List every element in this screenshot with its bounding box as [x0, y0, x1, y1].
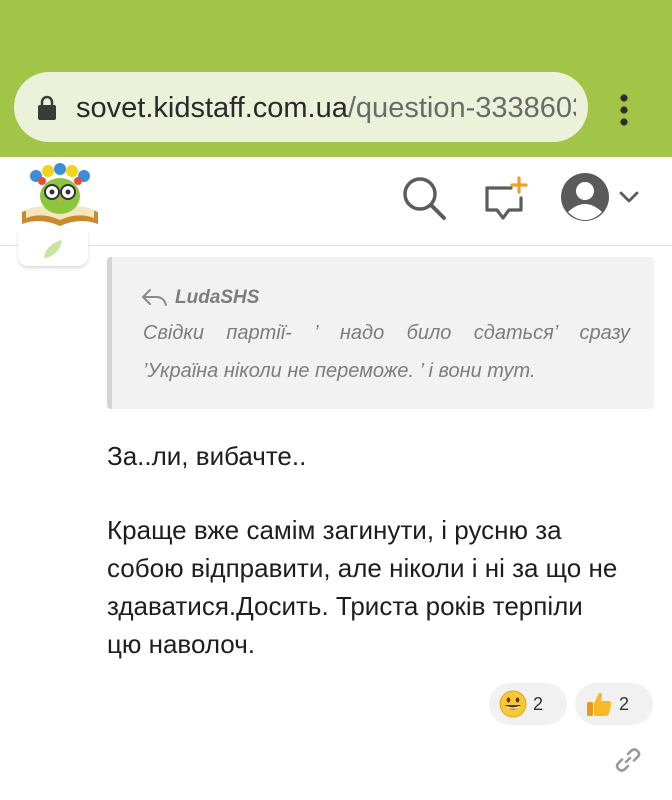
grinning-face-icon [499, 690, 527, 718]
post-text-line: цю наволоч. [107, 629, 255, 659]
reaction-grinning-button[interactable]: 2 [489, 683, 567, 725]
post-text-line: собою відправити, але ніколи і ні за що … [107, 553, 618, 583]
reaction-thumbs-up-button[interactable]: 2 [575, 683, 653, 725]
post-text-line: За..ли, вибачте.. [107, 441, 307, 471]
thumbs-up-icon [587, 692, 612, 716]
logo-owl-book-icon[interactable] [18, 162, 102, 230]
ask-question-icon[interactable] [483, 176, 529, 222]
url-text[interactable]: sovet.kidstaff.com.ua/question-3338603- [76, 88, 576, 128]
lock-icon [38, 95, 56, 120]
quote-author[interactable]: LudaSHS [143, 284, 259, 312]
more-menu-icon[interactable] [610, 90, 638, 130]
user-avatar-icon[interactable] [560, 172, 610, 222]
post-text-line: Краще вже самім загинути, і русню за [107, 515, 562, 545]
search-icon[interactable] [400, 174, 448, 222]
author-badge[interactable] [18, 230, 88, 266]
chevron-down-icon[interactable] [618, 187, 640, 207]
url-path: /question-3338603- [347, 92, 576, 124]
post-text-line: здаватися.Досить. Триста років терпіли [107, 591, 583, 621]
leaf-icon [44, 240, 62, 258]
url-host: sovet.kidstaff.com.ua [76, 92, 348, 124]
reaction-count: 2 [533, 694, 544, 714]
quote-text-line: Свідки партії- ’ надо било сдаться’ сраз… [143, 322, 630, 344]
quote-text-line: ’Україна ніколи не переможе. ’ і вони ту… [143, 360, 536, 382]
link-icon[interactable] [614, 746, 642, 774]
reaction-count: 2 [619, 694, 630, 714]
